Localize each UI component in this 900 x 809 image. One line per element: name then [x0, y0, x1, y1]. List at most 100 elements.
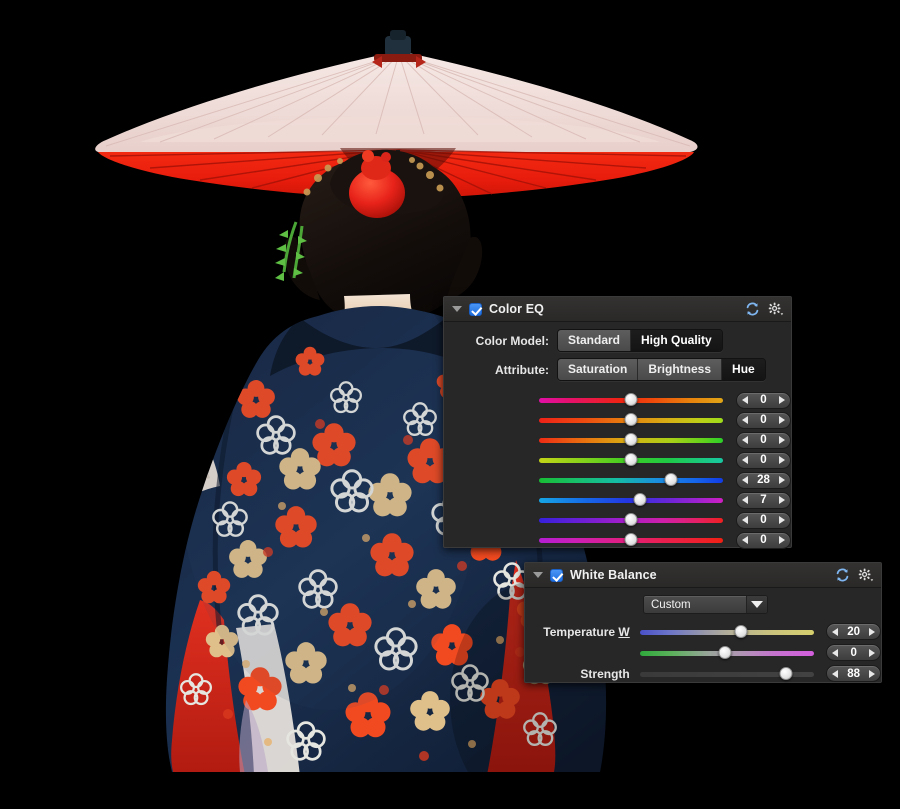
white-balance-temperature-stepper[interactable]: 20: [826, 623, 881, 640]
stepper-decrement-arrow-icon[interactable]: [832, 669, 839, 678]
color-eq-band-7-value: 0: [760, 514, 767, 526]
color-eq-header-icons: [745, 302, 784, 316]
attribute-option-brightness[interactable]: Brightness: [638, 359, 723, 380]
color-eq-band-2-slider[interactable]: [539, 413, 723, 427]
color-eq-band-4-value: 0: [760, 454, 767, 466]
stepper-increment-arrow-icon[interactable]: [778, 416, 785, 424]
color-eq-band-4-stepper[interactable]: 0: [735, 451, 791, 469]
color-eq-band-1-stepper[interactable]: 0: [735, 391, 791, 409]
attribute-label: Attribute:: [495, 362, 549, 377]
white-balance-tint-row: Tint0: [525, 642, 881, 663]
color-eq-band-2-stepper[interactable]: 0: [735, 411, 791, 429]
color-eq-band-8-stepper[interactable]: 0: [735, 531, 791, 549]
slider-thumb[interactable]: [624, 533, 638, 546]
attribute-row: Attribute: Saturation Brightness Hue: [444, 358, 791, 381]
white-balance-control-list: Temperature W 20 Tint0 Strength 88: [525, 621, 881, 684]
slider-thumb[interactable]: [664, 473, 678, 486]
stepper-decrement-arrow-icon[interactable]: [741, 416, 748, 424]
stepper-decrement-arrow-icon[interactable]: [741, 476, 748, 484]
stepper-decrement-arrow-icon[interactable]: [741, 496, 748, 504]
slider-thumb[interactable]: [633, 493, 647, 506]
color-eq-enable-checkbox[interactable]: [469, 302, 482, 316]
white-balance-strength-stepper[interactable]: 88: [826, 665, 881, 682]
color-eq-band-5-stepper[interactable]: 28: [735, 471, 791, 489]
white-balance-header[interactable]: White Balance: [525, 563, 881, 588]
slider-thumb[interactable]: [624, 433, 638, 446]
stepper-decrement-arrow-icon[interactable]: [741, 516, 748, 524]
stepper-increment-arrow-icon[interactable]: [868, 648, 875, 657]
color-eq-band-6-stepper[interactable]: 7: [735, 491, 791, 509]
white-balance-temperature-label: Temperature W: [543, 624, 630, 639]
color-model-option-high-quality[interactable]: High Quality: [631, 330, 722, 351]
stepper-decrement-arrow-icon[interactable]: [741, 436, 748, 444]
stepper-increment-arrow-icon[interactable]: [869, 669, 875, 678]
white-balance-temperature-slider[interactable]: [639, 624, 815, 639]
color-model-segmented-control[interactable]: Standard High Quality: [557, 329, 723, 352]
color-eq-band-6-slider[interactable]: [539, 493, 723, 507]
color-model-option-standard[interactable]: Standard: [558, 330, 632, 351]
stepper-increment-arrow-icon[interactable]: [779, 476, 785, 484]
white-balance-panel: White Balance Custom Temperature W 20 0 …: [524, 562, 882, 683]
color-eq-band-1-slider[interactable]: [539, 393, 723, 407]
disclosure-triangle-icon[interactable]: [533, 572, 543, 578]
slider-thumb[interactable]: [624, 453, 638, 466]
white-balance-temperature-value: 20: [847, 625, 861, 638]
white-balance-strength-row: Strength 88: [525, 663, 881, 684]
slider-thumb[interactable]: [718, 645, 732, 659]
attribute-segmented-control[interactable]: Saturation Brightness Hue: [557, 358, 766, 381]
stepper-decrement-arrow-icon[interactable]: [741, 456, 748, 464]
color-eq-band-7-stepper[interactable]: 0: [735, 511, 791, 529]
stepper-increment-arrow-icon[interactable]: [778, 396, 785, 404]
stepper-decrement-arrow-icon[interactable]: [832, 648, 839, 657]
reset-icon[interactable]: [835, 568, 850, 582]
white-balance-preset-row: Custom: [643, 595, 881, 614]
white-balance-header-icons: [835, 568, 874, 582]
slider-track: [639, 629, 815, 635]
white-balance-enable-checkbox[interactable]: [550, 568, 563, 582]
slider-track: [539, 498, 723, 503]
color-eq-panel: Color EQ Color Model: Standard High Qual…: [443, 296, 792, 549]
stepper-decrement-arrow-icon[interactable]: [741, 396, 748, 404]
white-balance-tint-slider[interactable]: [639, 645, 815, 660]
slider-thumb[interactable]: [624, 393, 638, 406]
stepper-increment-arrow-icon[interactable]: [778, 496, 785, 504]
color-eq-band-7-slider[interactable]: [539, 513, 723, 527]
attribute-option-hue[interactable]: Hue: [722, 359, 765, 380]
color-eq-body: Color Model: Standard High Quality Attri…: [444, 322, 791, 558]
color-eq-band-4-slider[interactable]: [539, 453, 723, 467]
stepper-decrement-arrow-icon[interactable]: [741, 536, 748, 544]
disclosure-triangle-icon[interactable]: [452, 306, 462, 312]
gear-icon[interactable]: [768, 302, 784, 316]
slider-thumb[interactable]: [624, 413, 638, 426]
slider-thumb[interactable]: [734, 624, 748, 638]
stepper-increment-arrow-icon[interactable]: [778, 516, 785, 524]
color-eq-band-8-value: 0: [760, 534, 767, 546]
white-balance-strength-slider[interactable]: [639, 666, 815, 681]
stepper-increment-arrow-icon[interactable]: [869, 627, 875, 636]
gear-icon[interactable]: [858, 568, 874, 582]
slider-thumb[interactable]: [779, 666, 793, 680]
white-balance-title: White Balance: [570, 568, 657, 582]
chevron-down-icon[interactable]: [746, 596, 767, 613]
color-eq-band-5-slider[interactable]: [539, 473, 723, 487]
color-eq-band-8-slider[interactable]: [539, 533, 723, 547]
color-eq-band-2: 0: [444, 410, 791, 430]
reset-icon[interactable]: [745, 302, 760, 316]
attribute-option-saturation[interactable]: Saturation: [558, 359, 639, 380]
stepper-increment-arrow-icon[interactable]: [778, 436, 785, 444]
slider-thumb[interactable]: [624, 513, 638, 526]
white-balance-preset-select[interactable]: Custom: [643, 595, 768, 614]
stepper-decrement-arrow-icon[interactable]: [832, 627, 839, 636]
color-eq-band-3-slider[interactable]: [539, 433, 723, 447]
stepper-increment-arrow-icon[interactable]: [778, 536, 785, 544]
white-balance-strength-value: 88: [847, 667, 861, 680]
white-balance-temperature-row: Temperature W 20: [525, 621, 881, 642]
color-eq-band-3-stepper[interactable]: 0: [735, 431, 791, 449]
color-eq-header[interactable]: Color EQ: [444, 297, 791, 322]
screen: Color EQ Color Model: Standard High Qual…: [0, 0, 900, 809]
stepper-increment-arrow-icon[interactable]: [778, 456, 785, 464]
color-model-label: Color Model:: [475, 333, 549, 348]
white-balance-preset-value: Custom: [651, 598, 691, 611]
white-balance-tint-stepper[interactable]: 0: [826, 644, 881, 661]
color-eq-band-6: 7: [444, 490, 791, 510]
